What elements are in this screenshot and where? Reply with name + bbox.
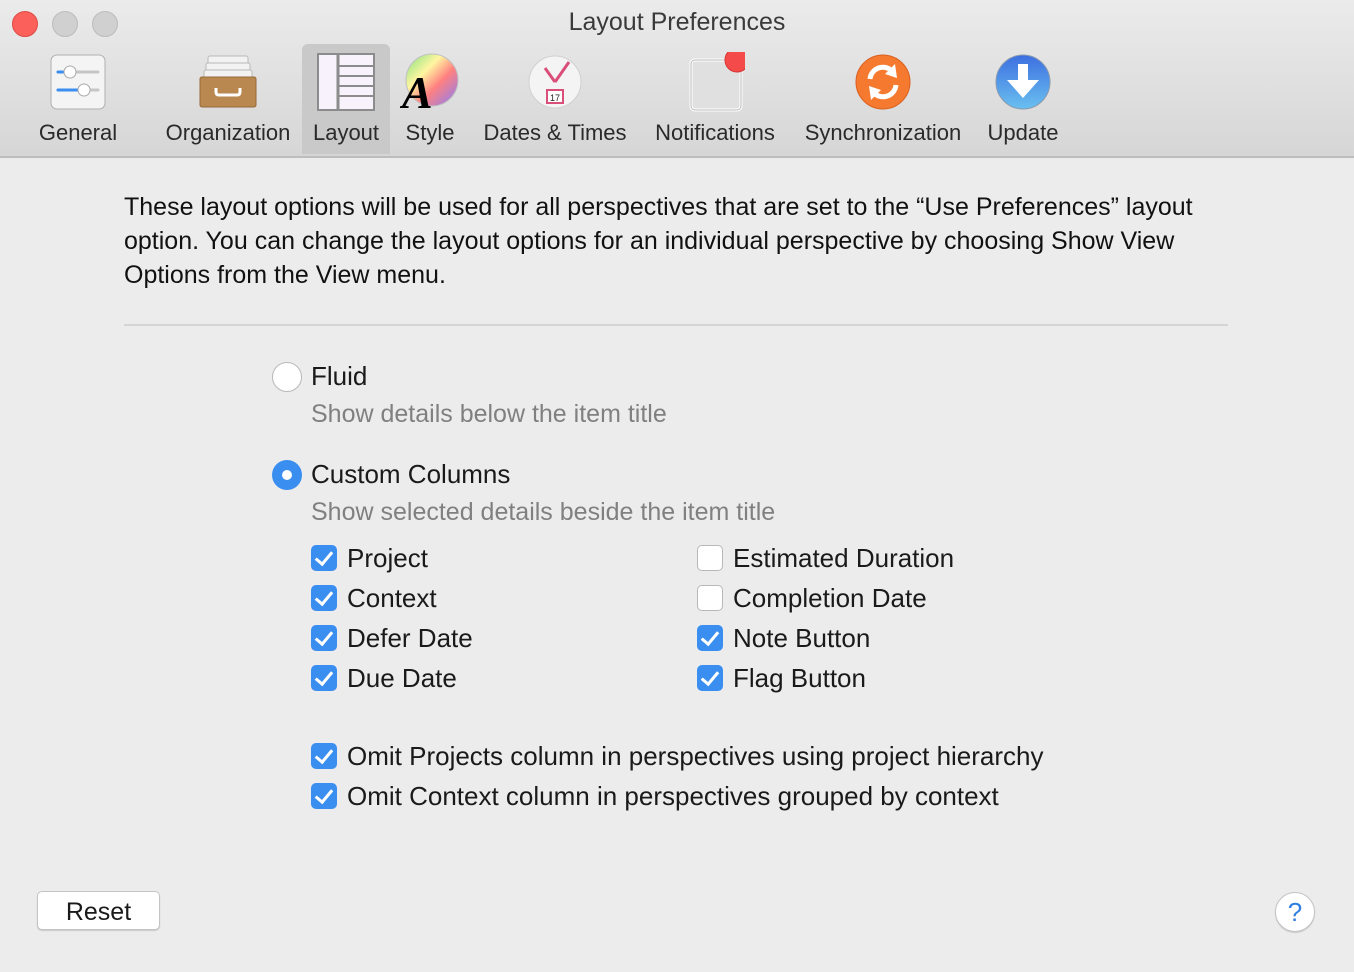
custom-columns-radio[interactable]	[272, 460, 302, 490]
omit-projects-checkbox[interactable]	[311, 743, 337, 769]
tab-general[interactable]: General	[28, 44, 128, 154]
fluid-label[interactable]: Fluid	[311, 361, 367, 392]
sync-icon	[855, 54, 911, 110]
omit-context-label[interactable]: Omit Context column in perspectives grou…	[347, 781, 999, 812]
sliders-icon	[50, 54, 106, 110]
due-date-label[interactable]: Due Date	[347, 663, 457, 694]
tab-dates-times[interactable]: 17 Dates & Times	[474, 44, 636, 154]
omit-projects-label[interactable]: Omit Projects column in perspectives usi…	[347, 741, 1044, 772]
flag-button-checkbox[interactable]	[697, 665, 723, 691]
completion-date-checkbox[interactable]	[697, 585, 723, 611]
window-title: Layout Preferences	[568, 8, 786, 36]
estimated-duration-label[interactable]: Estimated Duration	[733, 543, 954, 574]
tab-notifications[interactable]: Notifications	[644, 44, 786, 154]
svg-text:17: 17	[550, 93, 560, 103]
tab-style[interactable]: A Style	[394, 44, 466, 154]
description-text: These layout options will be used for al…	[124, 193, 1193, 289]
help-button[interactable]: ?	[1275, 892, 1315, 932]
estimated-duration-checkbox[interactable]	[697, 545, 723, 571]
reset-button[interactable]: Reset	[37, 891, 160, 930]
context-checkbox[interactable]	[311, 585, 337, 611]
omit-context-checkbox[interactable]	[311, 783, 337, 809]
color-wheel-font-icon: A	[400, 53, 459, 112]
completion-date-label[interactable]: Completion Date	[733, 583, 927, 614]
due-date-checkbox[interactable]	[311, 665, 337, 691]
download-arrow-icon	[995, 54, 1051, 110]
title-bar: Layout Preferences General Organization	[0, 0, 1354, 158]
custom-columns-label[interactable]: Custom Columns	[311, 459, 510, 490]
flag-button-label[interactable]: Flag Button	[733, 663, 866, 694]
clock-calendar-icon: 17	[528, 55, 582, 109]
project-checkbox[interactable]	[311, 545, 337, 571]
defer-date-checkbox[interactable]	[311, 625, 337, 651]
tab-layout[interactable]: Layout	[302, 44, 390, 154]
note-button-label[interactable]: Note Button	[733, 623, 870, 654]
fluid-radio[interactable]	[272, 362, 302, 392]
divider	[124, 324, 1228, 326]
defer-date-label[interactable]: Defer Date	[347, 623, 473, 654]
layout-icon	[317, 53, 375, 111]
notification-badge-icon	[689, 52, 745, 112]
tab-synchronization[interactable]: Synchronization	[794, 44, 972, 154]
context-label[interactable]: Context	[347, 583, 437, 614]
svg-text:A: A	[400, 67, 433, 112]
note-button-checkbox[interactable]	[697, 625, 723, 651]
drawer-icon	[199, 55, 257, 108]
project-label[interactable]: Project	[347, 543, 428, 574]
custom-columns-sublabel: Show selected details beside the item ti…	[311, 498, 776, 526]
fluid-sublabel: Show details below the item title	[311, 400, 667, 428]
tab-organization[interactable]: Organization	[158, 44, 298, 154]
tab-update[interactable]: Update	[980, 44, 1066, 154]
